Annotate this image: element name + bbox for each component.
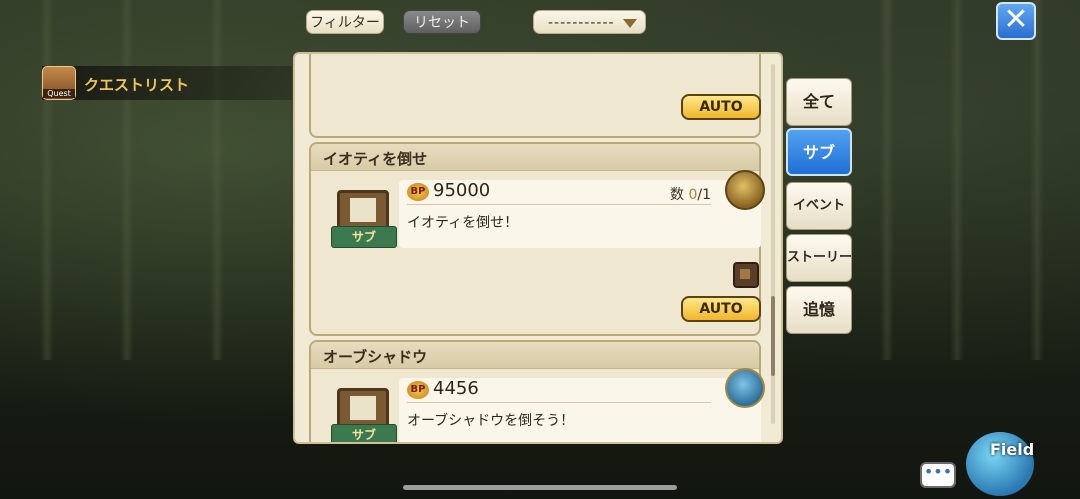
quest-board-icon	[337, 190, 389, 230]
quest-list-header: Quest クエストリスト	[42, 66, 292, 100]
quest-title: イオティを倒せ	[323, 150, 428, 168]
bp-value: 4456	[433, 378, 479, 399]
home-indicator[interactable]	[403, 485, 677, 490]
chat-bubble-icon: •••	[923, 462, 953, 481]
sub-ribbon-label: サブ	[331, 424, 397, 442]
close-icon: ✕	[1003, 2, 1029, 37]
enemy-portrait-icon	[725, 170, 765, 210]
close-button[interactable]: ✕	[996, 2, 1036, 40]
quest-board-icon	[337, 388, 389, 428]
quest-card[interactable]: イオティを倒せ サブ BP 95000 数 0/1 イオティを倒せ！ AUTO	[309, 142, 765, 336]
field-label: Field	[990, 440, 1035, 459]
enemy-portrait-icon	[725, 368, 765, 408]
dropdown-value: -----------	[548, 15, 615, 31]
quest-icon-label: Quest	[43, 89, 75, 98]
sub-quest-badge: サブ	[331, 384, 397, 442]
quest-list-title: クエストリスト	[84, 76, 190, 94]
quest-card[interactable]: オーブシャドウ サブ BP 4456 オーブシャドウを倒そう！	[309, 340, 765, 442]
auto-button[interactable]: AUTO	[681, 296, 761, 322]
tab-event[interactable]: イベント	[786, 182, 852, 230]
divider	[407, 204, 711, 205]
quest-panel[interactable]: AUTO イオティを倒せ サブ BP 95000 数 0/1 イオティを倒せ！ …	[293, 52, 783, 444]
quest-icon: Quest	[42, 66, 76, 100]
sub-quest-badge: サブ	[331, 186, 397, 250]
quest-description: イオティを倒せ！	[407, 215, 519, 231]
quest-card[interactable]: AUTO	[309, 54, 761, 138]
divider	[407, 402, 711, 403]
item-reward-icon[interactable]	[733, 262, 759, 288]
scrollbar-thumb[interactable]	[771, 296, 775, 376]
bp-icon: BP	[407, 381, 429, 399]
filter-button[interactable]: フィルター	[306, 10, 384, 34]
bp-value: 95000	[433, 180, 491, 201]
quest-info-box: BP 95000 数 0/1 イオティを倒せ！	[399, 180, 761, 248]
filter-dropdown[interactable]: -----------	[533, 10, 646, 34]
tab-sub[interactable]: サブ	[786, 128, 852, 176]
chat-button[interactable]: •••	[920, 462, 956, 488]
count-label: 数	[670, 187, 684, 203]
reset-button[interactable]: リセット	[403, 10, 481, 34]
tab-memories[interactable]: 追憶	[786, 286, 852, 334]
count-total: /1	[697, 187, 711, 203]
kill-count: 数 0/1	[670, 184, 711, 204]
quest-card-title-bar: イオティを倒せ	[311, 144, 759, 171]
bp-icon: BP	[407, 183, 429, 201]
chevron-down-icon	[623, 19, 637, 28]
quest-info-box: BP 4456 オーブシャドウを倒そう！	[399, 378, 761, 442]
tab-all[interactable]: 全て	[786, 78, 852, 126]
quest-title: オーブシャドウ	[323, 348, 428, 366]
sub-ribbon-label: サブ	[331, 226, 397, 248]
tab-story[interactable]: ストーリー	[786, 234, 852, 282]
quest-card-title-bar: オーブシャドウ	[311, 342, 759, 369]
quest-description: オーブシャドウを倒そう！	[407, 413, 575, 429]
auto-button[interactable]: AUTO	[681, 94, 761, 120]
